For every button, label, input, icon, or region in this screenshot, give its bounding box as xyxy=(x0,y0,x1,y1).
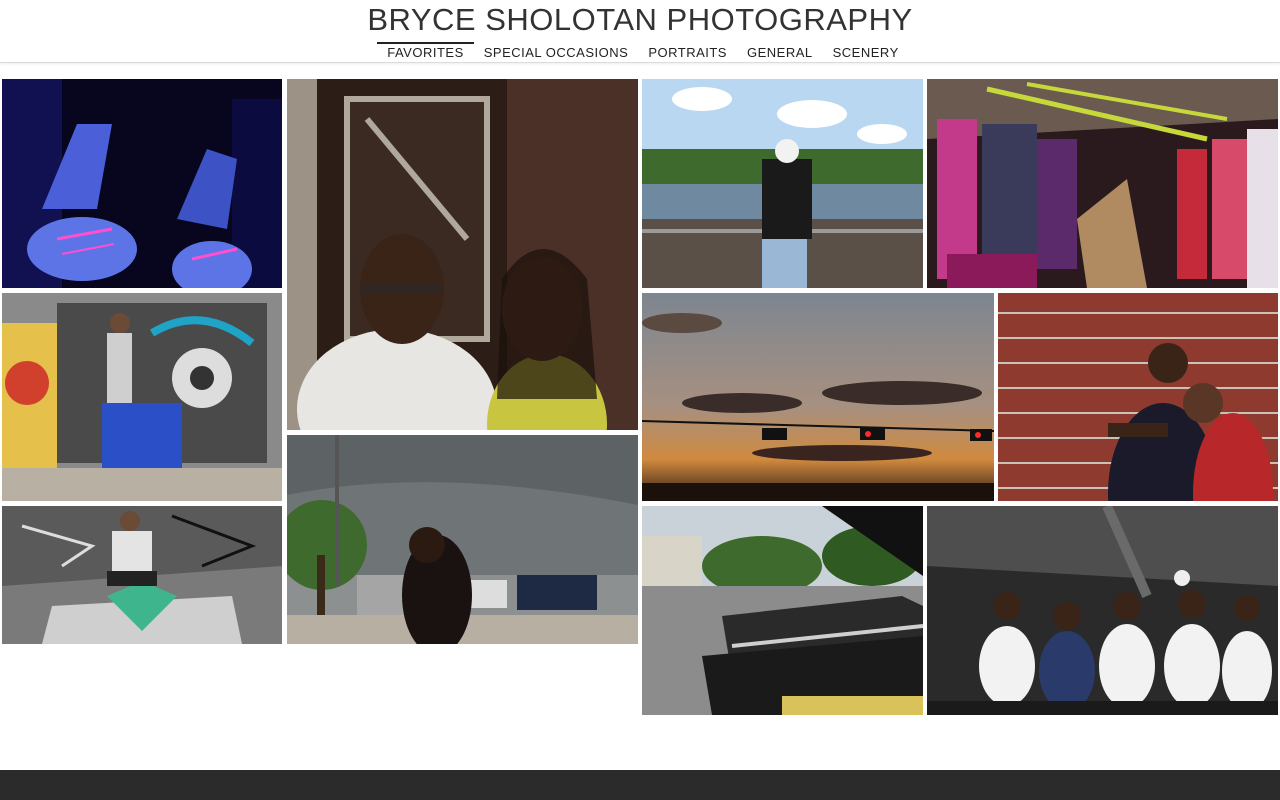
gallery-photo-sunset-traffic-lights[interactable] xyxy=(642,293,994,501)
gallery-photo-laughing-couple[interactable] xyxy=(287,79,638,430)
gallery-photo-car-show[interactable] xyxy=(642,506,923,715)
site-footer xyxy=(0,770,1280,800)
gallery-photo-parking-lot[interactable] xyxy=(287,435,638,644)
site-header: BRYCE SHOLOTAN PHOTOGRAPHY FAVORITES SPE… xyxy=(0,0,1280,63)
gallery-photo-arcade[interactable] xyxy=(927,79,1278,288)
main-nav: FAVORITES SPECIAL OCCASIONS PORTRAITS GE… xyxy=(0,42,1280,62)
nav-item-special-occasions[interactable]: SPECIAL OCCASIONS xyxy=(474,44,639,62)
nav-item-portraits[interactable]: PORTRAITS xyxy=(638,44,737,62)
nav-item-general[interactable]: GENERAL xyxy=(737,44,823,62)
gallery-photo-lakeside[interactable] xyxy=(642,79,923,288)
gallery-photo-group-selfie[interactable] xyxy=(927,506,1278,715)
nav-item-scenery[interactable]: SCENERY xyxy=(823,44,909,62)
nav-item-favorites[interactable]: FAVORITES xyxy=(377,42,474,62)
gallery-photo-uv-sneakers[interactable] xyxy=(2,79,282,288)
site-title[interactable]: BRYCE SHOLOTAN PHOTOGRAPHY xyxy=(0,2,1280,38)
gallery-photo-graffiti-wall[interactable] xyxy=(2,293,282,501)
gallery-photo-graffiti-crouch[interactable] xyxy=(2,506,282,644)
gallery-photo-brick-wall-couple[interactable] xyxy=(998,293,1278,501)
